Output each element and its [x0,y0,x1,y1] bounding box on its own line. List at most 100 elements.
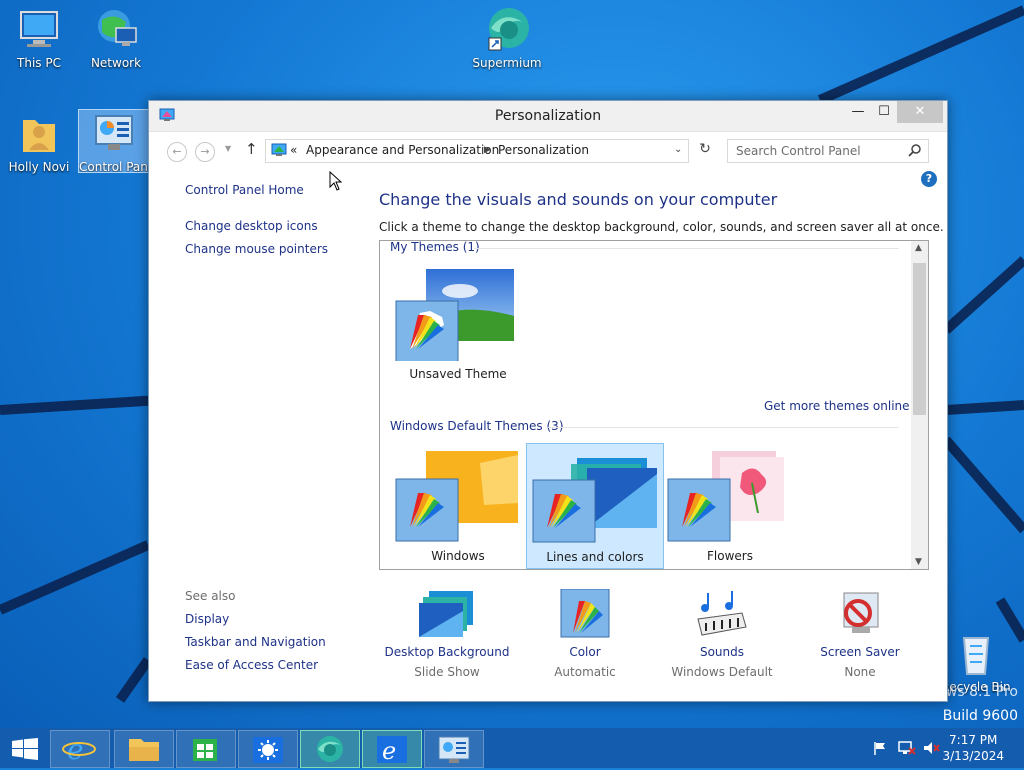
see-also-label: See also [185,589,236,603]
desktop-icon-label: Control Panel [79,160,149,172]
windows-wallpaper-icon [395,451,518,542]
desktop-icon-control-panel[interactable]: Control Panel [78,109,150,173]
left-pane: Control Panel Home Change desktop icons … [149,165,369,701]
supermium-icon [483,6,531,54]
sounds-option[interactable]: Sounds Windows Default [657,589,787,679]
address-bar[interactable]: « Appearance and Personalization ▶ Perso… [265,139,689,163]
volume-muted-icon[interactable] [922,740,940,759]
sounds-keyboard-icon [692,589,752,639]
scroll-up-icon[interactable]: ▲ [915,243,922,253]
taskbar-supermium[interactable] [300,730,360,768]
display-link[interactable]: Display [185,612,229,626]
theme-list-scrollbar[interactable]: ▲ ▼ [911,241,928,569]
bottom-sub: Windows Default [671,665,773,679]
taskbar-file-explorer[interactable] [114,730,174,768]
close-button[interactable]: ✕ [897,101,943,123]
address-overflow-chevrons[interactable]: « [290,143,297,157]
color-option[interactable]: Color Automatic [520,588,650,679]
clock-time: 7:17 PM [949,733,998,747]
page-heading: Change the visuals and sounds on your co… [379,190,778,209]
page-subtext: Click a theme to change the desktop back… [379,220,944,234]
internet-explorer-icon: e [62,733,96,766]
theme-lines-and-colors[interactable]: Lines and colors [526,443,664,569]
theme-unsaved[interactable]: Unsaved Theme [390,261,526,385]
change-mouse-pointers-link[interactable]: Change mouse pointers [185,242,328,256]
desktop-background-option[interactable]: Desktop Background Slide Show [382,589,512,679]
control-panel-home-link[interactable]: Control Panel Home [185,183,304,197]
theme-label: Windows [431,549,485,563]
store-icon [193,739,217,761]
clock-date: 3/13/2024 [942,749,1004,763]
folder-icon [129,739,159,761]
flowers-wallpaper-icon [667,451,784,542]
desktop-icon-this-pc[interactable]: This PC [3,6,75,70]
color-palette-icon [555,588,615,639]
theme-label: Flowers [707,549,753,563]
internet-explorer-icon: e [377,736,407,765]
desktop-icon-supermium[interactable]: Supermium [471,6,543,70]
bottom-label: Color [569,645,601,659]
taskbar-sun-app[interactable] [238,730,298,768]
search-icon[interactable] [908,143,922,160]
forward-arrow-icon[interactable]: → [195,142,215,162]
ease-of-access-link[interactable]: Ease of Access Center [185,658,318,672]
action-center-flag-icon[interactable] [872,740,888,759]
refresh-icon[interactable]: ↻ [693,141,717,161]
taskbar-navigation-link[interactable]: Taskbar and Navigation [185,635,326,649]
theme-windows[interactable]: Windows [390,443,526,567]
network-status-icon[interactable] [898,740,916,759]
group-divider [474,248,899,249]
breadcrumb-appearance[interactable]: Appearance and Personalization [306,143,499,157]
control-panel-icon [90,110,138,158]
desktop-icon-label: This PC [17,56,61,70]
search-box[interactable]: Search Control Panel [727,139,929,163]
mouse-cursor-icon [329,171,343,191]
taskbar-control-panel[interactable] [424,730,484,768]
user-folder-icon [15,110,63,158]
bottom-label: Sounds [699,645,745,659]
theme-list: My Themes (1) Unsaved Theme Get more the [379,240,929,570]
bottom-label: Screen Saver [820,645,900,659]
bottom-sub: None [844,665,876,679]
search-input[interactable]: Search Control Panel [736,144,861,158]
default-themes-group-label: Windows Default Themes (3) [390,419,564,433]
taskbar-internet-explorer-2[interactable]: e [362,730,422,768]
bottom-sub: Automatic [554,665,616,679]
theme-label: Lines and colors [546,550,644,564]
desktop-icon-user-folder[interactable]: Holly Novi [3,110,75,174]
window-title: Personalization [494,108,602,124]
up-arrow-icon[interactable]: ↑ [245,140,258,158]
computer-icon [15,6,63,54]
desktop-background-icon [417,589,477,639]
network-globe-icon [92,6,140,54]
address-location-icon [271,143,287,160]
start-windows-logo-icon[interactable] [12,738,38,763]
taskbar: e e 7:17 PM 3/13/2024 [0,728,1024,768]
desktop-icon-network[interactable]: Network [80,6,152,70]
supermium-icon [317,736,343,762]
recent-locations-chevron-icon[interactable]: ▼ [225,144,231,153]
sun-icon [253,737,283,763]
screen-saver-option[interactable]: Screen Saver None [795,589,925,679]
system-clock[interactable]: 7:17 PM 3/13/2024 [942,733,1004,763]
lines-colors-wallpaper-icon [532,458,657,543]
taskbar-internet-explorer[interactable]: e [50,730,110,768]
scrollbar-thumb[interactable] [913,263,926,415]
breadcrumb-personalization[interactable]: Personalization [498,143,589,157]
address-dropdown-chevron-icon[interactable]: ⌄ [674,144,682,155]
scroll-down-icon[interactable]: ▼ [915,557,922,567]
bottom-label: Desktop Background [384,645,510,659]
taskbar-store[interactable] [176,730,236,768]
build-watermark: Windows 8.1 Pro Build 9600 [902,684,1018,724]
back-arrow-icon[interactable]: ← [167,142,187,162]
bottom-sub: Slide Show [414,665,480,679]
change-desktop-icons-link[interactable]: Change desktop icons [185,219,318,233]
svg-text:e: e [382,737,396,765]
get-more-themes-link[interactable]: Get more themes online [764,399,910,413]
desktop: This PC Network Supermium Holly Novi Con… [0,0,1024,728]
maximize-button[interactable]: ☐ [869,101,899,123]
theme-flowers[interactable]: Flowers [662,443,798,567]
screen-saver-none-icon [830,589,890,639]
title-bar[interactable]: Personalization — ☐ ✕ [149,101,947,132]
xp-bliss-wallpaper-icon [395,269,514,361]
